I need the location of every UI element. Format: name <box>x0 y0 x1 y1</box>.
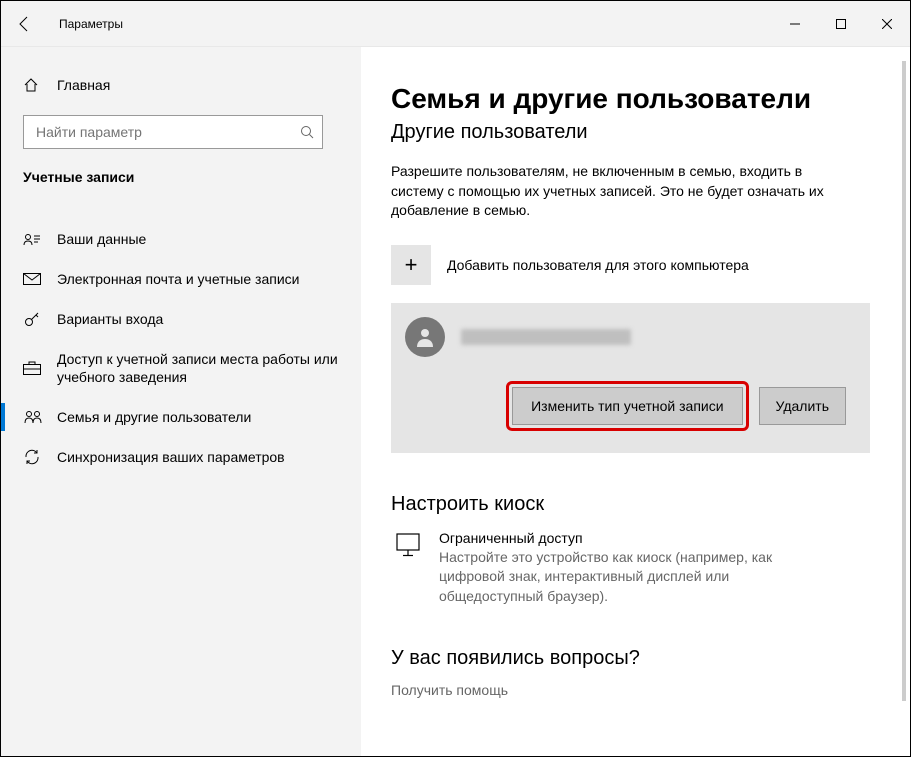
kiosk-setup-button[interactable]: Ограниченный доступ Настройте это устрой… <box>391 530 870 607</box>
sidebar-item-label: Электронная почта и учетные записи <box>57 270 361 288</box>
home-link[interactable]: Главная <box>1 65 361 105</box>
content-area: Семья и другие пользователи Другие польз… <box>361 47 910 756</box>
delete-user-button[interactable]: Удалить <box>759 387 846 425</box>
mail-icon <box>23 273 57 285</box>
sidebar-item-work[interactable]: Доступ к учетной записи места работы или… <box>1 339 361 397</box>
sidebar-item-signin[interactable]: Варианты входа <box>1 299 361 339</box>
search-icon <box>300 125 314 139</box>
home-icon <box>23 77 57 93</box>
user-name-blurred <box>461 329 631 345</box>
kiosk-title: Ограниченный доступ <box>439 530 799 546</box>
search-box[interactable] <box>23 115 323 149</box>
sidebar-item-sync[interactable]: Синхронизация ваших параметров <box>1 437 361 477</box>
add-user-button[interactable]: + Добавить пользователя для этого компью… <box>391 245 870 285</box>
sidebar-item-your-info[interactable]: Ваши данные <box>1 219 361 259</box>
sidebar-item-label: Ваши данные <box>57 230 361 248</box>
sidebar-item-label: Семья и другие пользователи <box>57 408 361 426</box>
sidebar-item-family[interactable]: Семья и другие пользователи <box>1 397 361 437</box>
sync-icon <box>23 448 57 466</box>
person-card-icon <box>23 232 57 246</box>
sidebar-item-label: Варианты входа <box>57 310 361 328</box>
sidebar-category: Учетные записи <box>1 169 361 199</box>
add-user-label: Добавить пользователя для этого компьюте… <box>447 257 749 273</box>
family-icon <box>23 410 57 424</box>
highlight-annotation: Изменить тип учетной записи <box>506 381 748 431</box>
section-description: Разрешите пользователям, не включенным в… <box>391 162 851 221</box>
get-help-link[interactable]: Получить помощь <box>391 682 870 698</box>
page-title: Семья и другие пользователи <box>391 83 870 115</box>
search-input[interactable] <box>36 124 300 140</box>
change-account-type-button[interactable]: Изменить тип учетной записи <box>512 387 742 425</box>
avatar <box>405 317 445 357</box>
help-heading: У вас появились вопросы? <box>391 647 870 670</box>
scrollbar[interactable] <box>902 61 906 701</box>
sidebar-item-label: Синхронизация ваших параметров <box>57 448 361 466</box>
user-item-expanded[interactable]: Изменить тип учетной записи Удалить <box>391 303 870 453</box>
sidebar-item-email[interactable]: Электронная почта и учетные записи <box>1 259 361 299</box>
minimize-button[interactable] <box>772 1 818 46</box>
back-button[interactable] <box>1 1 47 46</box>
briefcase-icon <box>23 361 57 375</box>
titlebar: Параметры <box>1 1 910 47</box>
kiosk-heading: Настроить киоск <box>391 493 870 516</box>
kiosk-description: Настройте это устройство как киоск (напр… <box>439 548 799 607</box>
maximize-button[interactable] <box>818 1 864 46</box>
page-subtitle: Другие пользователи <box>391 121 870 144</box>
window-title: Параметры <box>59 17 123 31</box>
kiosk-icon <box>391 532 425 558</box>
home-label: Главная <box>57 77 110 93</box>
plus-icon: + <box>391 245 431 285</box>
close-button[interactable] <box>864 1 910 46</box>
key-icon <box>23 310 57 328</box>
sidebar-item-label: Доступ к учетной записи места работы или… <box>57 350 361 386</box>
sidebar: Главная Учетные записи Ваши данные <box>1 47 361 756</box>
